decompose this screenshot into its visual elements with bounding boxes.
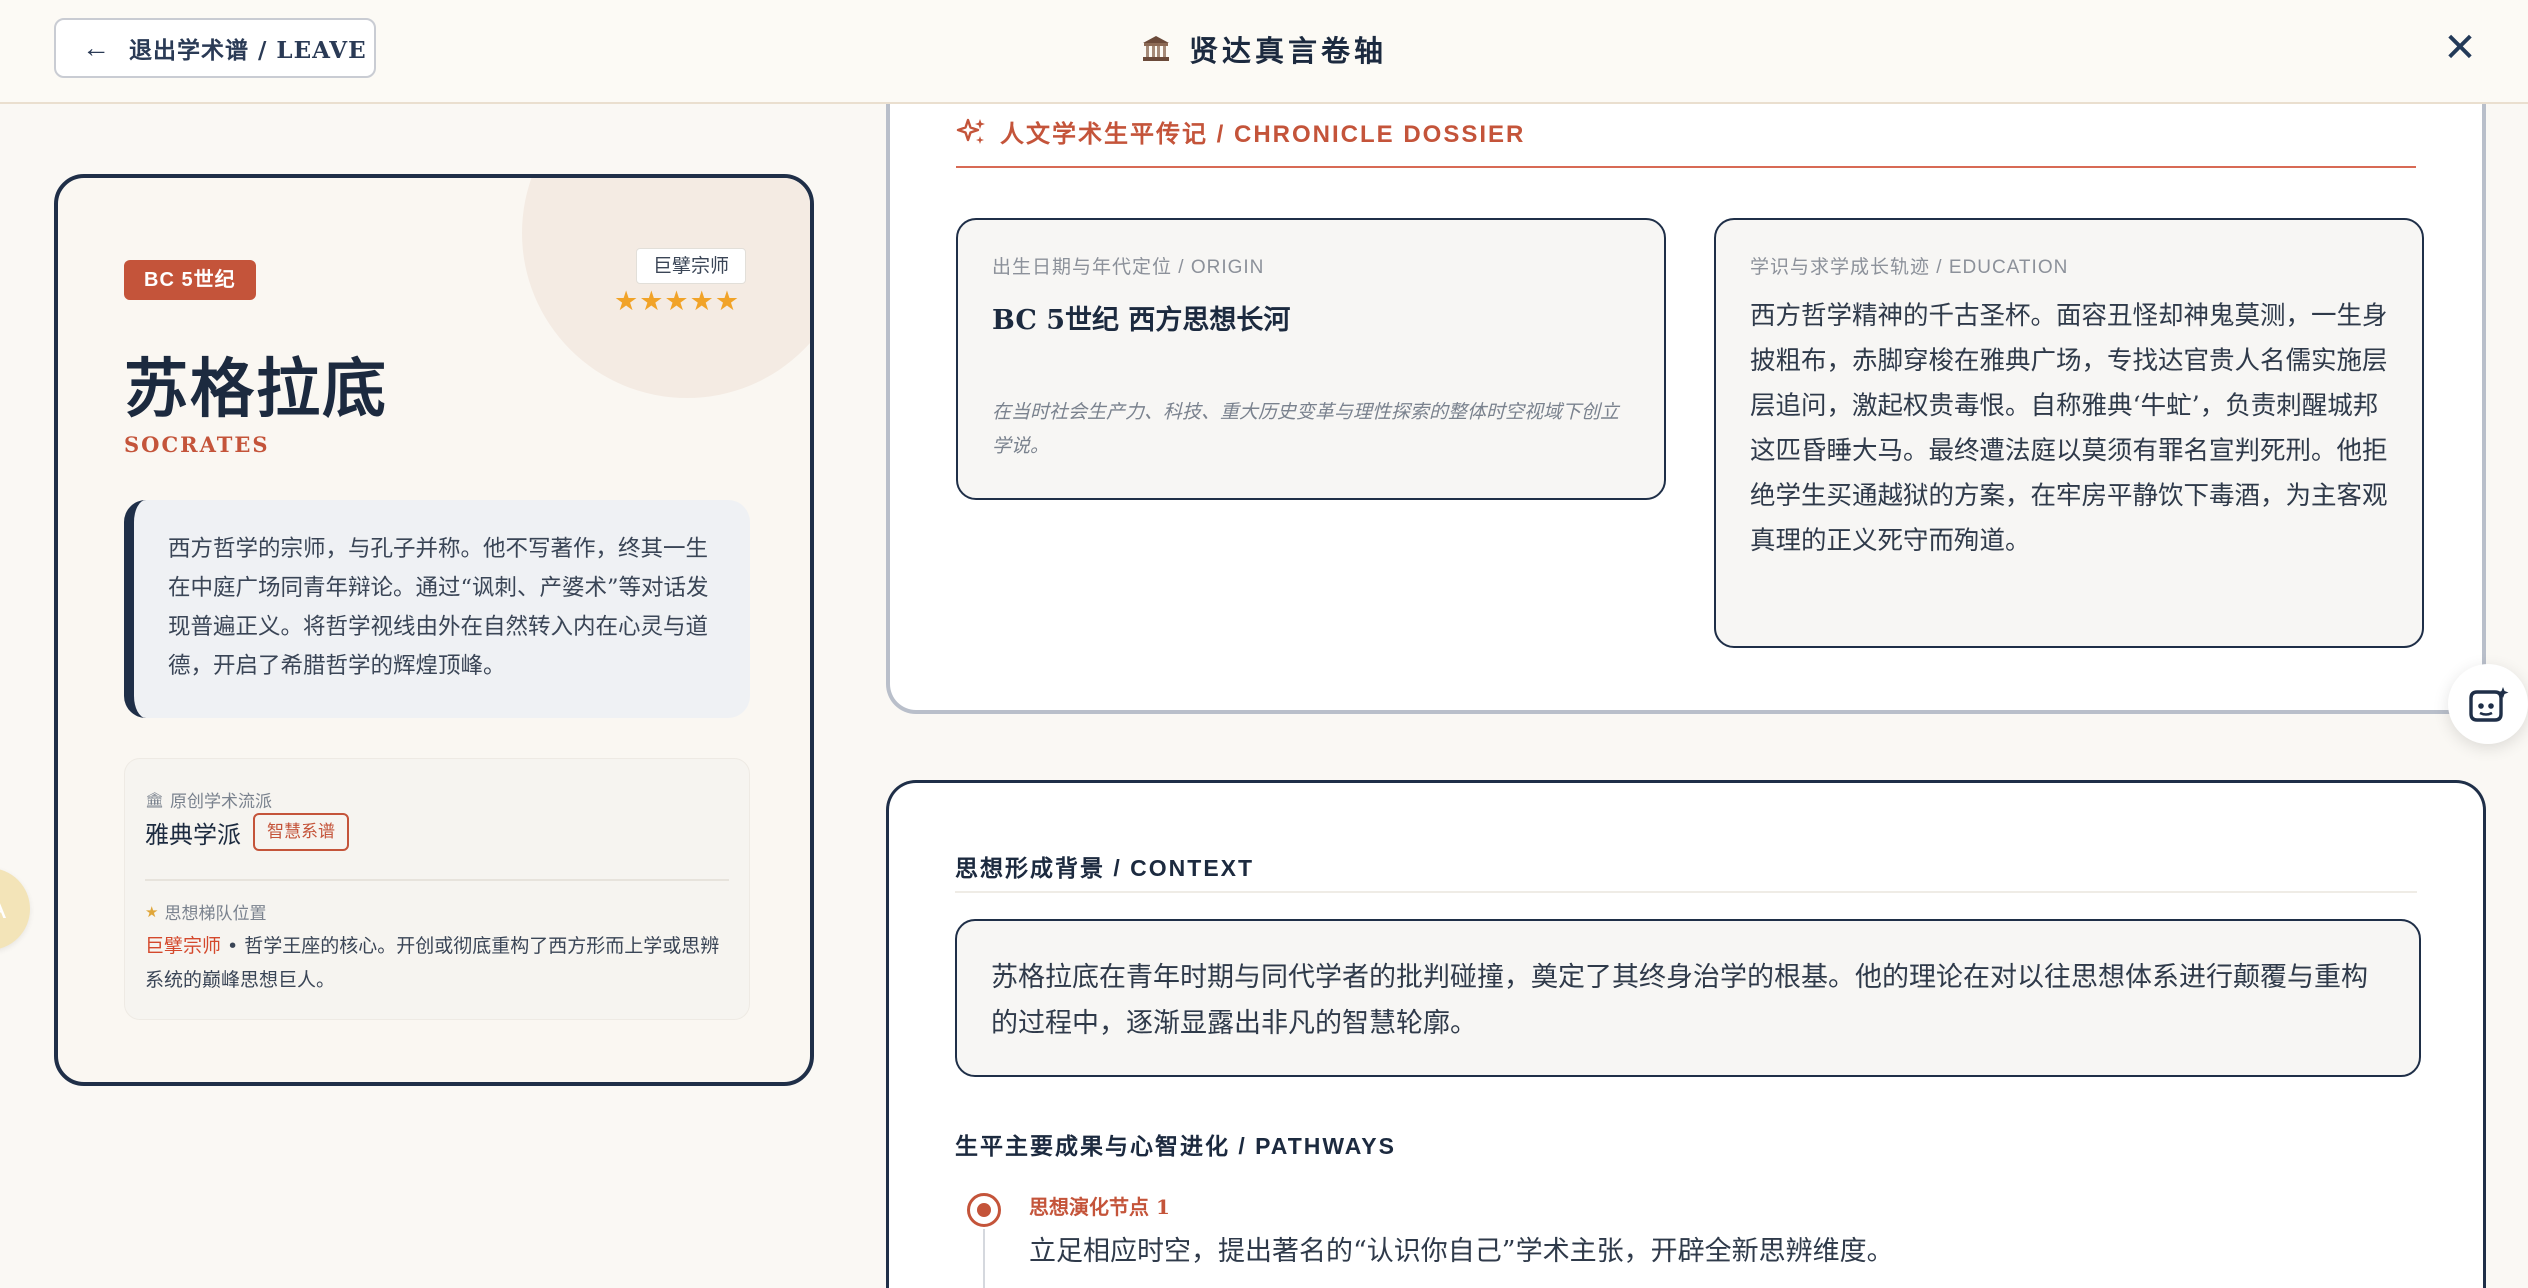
position-text: 巨擘宗师 • 哲学王座的核心。开创或彻底重构了西方形而上学或思辨系统的巅峰思想巨… [145, 929, 735, 997]
timeline-node-icon [967, 1193, 1001, 1227]
divider [145, 879, 729, 881]
education-text: 西方哲学精神的千古圣杯。面容丑怪却神鬼莫测，一生身披粗布，赤脚穿梭在雅典广场，专… [1750, 301, 2388, 556]
position-label: ★ 思想梯队位置 [145, 903, 267, 924]
origin-card: 出生日期与年代定位 / ORIGIN BC 5世纪 西方思想长河 在当时社会生产… [956, 218, 1666, 500]
rating-stars: ★★★★★ [614, 286, 741, 316]
star-icon: ★ [145, 903, 159, 921]
origin-label: 出生日期与年代定位 / ORIGIN [992, 257, 1265, 278]
pathways-heading: 生平主要成果与心智进化 / PATHWAYS [955, 1133, 1396, 1159]
person-name-en: SOCRATES [124, 432, 270, 457]
timeline-node-label: 思想演化节点 1 [1029, 1195, 1170, 1219]
chronicle-heading: 人文学术生平传记 / CHRONICLE DOSSIER [956, 114, 1525, 149]
close-icon[interactable]: ✕ [2440, 28, 2480, 68]
page-title: 贤达真言卷轴 [1188, 34, 1387, 68]
profile-card: BC 5世纪 巨擘宗师 ★★★★★ 苏格拉底 SOCRATES 西方哲学的宗师，… [54, 174, 814, 1086]
era-badge: BC 5世纪 [124, 260, 256, 300]
position-highlight: 巨擘宗师 [145, 935, 222, 957]
top-bar: ← 退出学术谱 / LEAVE 贤达真言卷轴 ✕ [0, 0, 2528, 104]
temple-icon: 🏛 [145, 791, 165, 809]
timeline-line [983, 1229, 985, 1288]
school-label: 🏛 原创学术流派 [145, 791, 273, 812]
origin-title: BC 5世纪 西方思想长河 [992, 305, 1291, 336]
temple-icon [1142, 36, 1169, 61]
chronicle-divider [956, 166, 2416, 168]
context-text: 苏格拉底在青年时期与同代学者的批判碰撞，奠定了其终身治学的根基。他的理论在对以往… [955, 919, 2421, 1077]
context-divider [955, 891, 2417, 893]
school-name: 雅典学派 [145, 820, 241, 849]
person-name-cn: 苏格拉底 [124, 352, 388, 427]
school-badge: 智慧系谱 [253, 813, 349, 851]
rank-tag: 巨擘宗师 [636, 248, 747, 284]
school-row: 雅典学派 智慧系谱 [145, 813, 349, 851]
assistant-button[interactable] [2448, 664, 2528, 744]
context-heading: 思想形成背景 / CONTEXT [955, 855, 1255, 881]
info-box: 🏛 原创学术流派 雅典学派 智慧系谱 ★ 思想梯队位置 巨擘宗师 • 哲学王座的… [124, 758, 750, 1020]
summary-quote: 西方哲学的宗师，与孔子并称。他不写著作，终其一生在中庭广场同青年辩论。通过“讽刺… [124, 500, 750, 718]
timeline-node-text: 立足相应时空，提出著名的“认识你自己”学术主张，开辟全新思辨维度。 [1029, 1236, 1894, 1267]
sparkles-icon [956, 118, 985, 144]
position-description: • 哲学王座的核心。开创或彻底重构了西方形而上学或思辨系统的巅峰思想巨人。 [145, 935, 720, 991]
robot-icon [2469, 687, 2509, 722]
context-panel: 思想形成背景 / CONTEXT 苏格拉底在青年时期与同代学者的批判碰撞，奠定了… [886, 780, 2486, 1288]
chronicle-panel: 人文学术生平传记 / CHRONICLE DOSSIER 出生日期与年代定位 /… [886, 60, 2486, 714]
page-title-wrap: 贤达真言卷轴 [0, 28, 2528, 70]
education-label: 学识与求学成长轨迹 / EDUCATION [1750, 257, 2069, 278]
side-tab[interactable]: A [0, 868, 30, 950]
origin-note: 在当时社会生产力、科技、重大历史变革与理性探索的整体时空视域下创立学说。 [992, 402, 1620, 457]
education-card: 学识与求学成长轨迹 / EDUCATION 西方哲学精神的千古圣杯。面容丑怪却神… [1714, 218, 2424, 648]
